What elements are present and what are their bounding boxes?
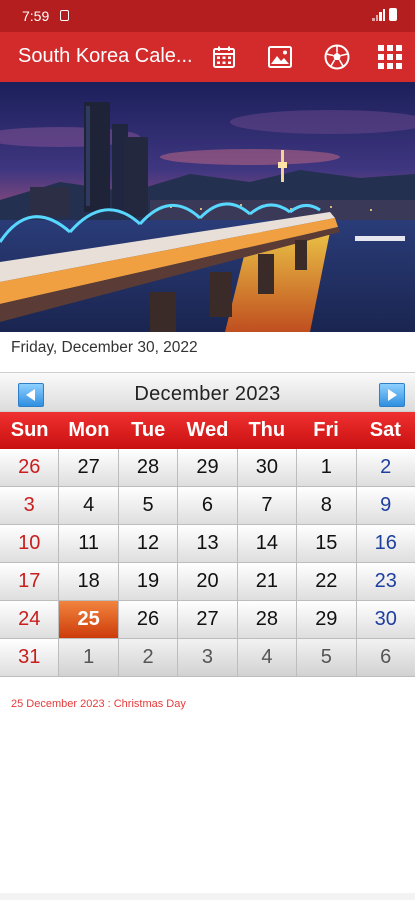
- week-row: 17 18 19 20 21 22 23: [0, 563, 415, 601]
- day-cell-next-month[interactable]: 3: [178, 639, 238, 677]
- day-cell[interactable]: 7: [237, 487, 298, 525]
- day-cell[interactable]: 9: [356, 487, 415, 525]
- day-cell[interactable]: 26: [0, 449, 60, 487]
- day-cell[interactable]: 8: [297, 487, 357, 525]
- signal-icon: [372, 8, 386, 21]
- day-cell[interactable]: 31: [0, 639, 60, 677]
- weekday-thu: Thu: [248, 419, 286, 441]
- day-cell[interactable]: 2: [356, 449, 415, 487]
- day-cell[interactable]: 17: [0, 563, 60, 601]
- day-cell[interactable]: 30: [356, 601, 415, 639]
- day-cell[interactable]: 27: [178, 601, 238, 639]
- next-month-button[interactable]: [379, 383, 405, 407]
- grid-menu-icon[interactable]: [376, 43, 404, 71]
- header-photo: [0, 82, 415, 332]
- calendar-icon[interactable]: [210, 43, 238, 71]
- day-cell[interactable]: 4: [59, 487, 119, 525]
- day-cell[interactable]: 28: [118, 449, 179, 487]
- week-row: 10 11 12 13 14 15 16: [0, 525, 415, 563]
- day-cell[interactable]: 1: [297, 449, 357, 487]
- day-cell[interactable]: 23: [356, 563, 415, 601]
- day-cell[interactable]: 12: [118, 525, 179, 563]
- weekday-tue: Tue: [131, 419, 166, 441]
- day-cell[interactable]: 28: [237, 601, 298, 639]
- day-cell[interactable]: 22: [297, 563, 357, 601]
- status-time: 7:59: [22, 8, 50, 24]
- week-row: 26 27 28 29 30 1 2: [0, 449, 415, 487]
- day-cell[interactable]: 16: [356, 525, 415, 563]
- month-calendar: December 2023 Sun Mon Tue Wed Thu Fri Sa…: [0, 372, 415, 677]
- day-cell-next-month[interactable]: 5: [297, 639, 357, 677]
- weekday-sat: Sat: [369, 419, 401, 441]
- holiday-note: 25 December 2023 : Christmas Day: [11, 698, 186, 710]
- day-cell[interactable]: 19: [118, 563, 179, 601]
- selected-day-cell[interactable]: 25: [59, 601, 119, 639]
- day-cell[interactable]: 29: [178, 449, 238, 487]
- battery-icon: [389, 8, 397, 21]
- day-cell[interactable]: 13: [178, 525, 238, 563]
- day-cell[interactable]: 30: [237, 449, 298, 487]
- day-cell[interactable]: 10: [0, 525, 60, 563]
- day-cell[interactable]: 21: [237, 563, 298, 601]
- weekday-header: Sun Mon Tue Wed Thu Fri Sat: [0, 412, 415, 449]
- app-title: South Korea Cale...: [18, 45, 193, 67]
- soccer-ball-icon[interactable]: [323, 43, 351, 71]
- next-arrow-icon: [388, 389, 397, 401]
- day-cell[interactable]: 11: [59, 525, 119, 563]
- notification-icon: [60, 10, 69, 21]
- weekday-mon: Mon: [68, 419, 110, 441]
- calendar-header: December 2023: [0, 372, 415, 412]
- week-row: 31 1 2 3 4 5 6: [0, 639, 415, 677]
- day-cell[interactable]: 6: [178, 487, 238, 525]
- week-row: 3 4 5 6 7 8 9: [0, 487, 415, 525]
- week-row: 24 25 26 27 28 29 30: [0, 601, 415, 639]
- day-cell[interactable]: 3: [0, 487, 60, 525]
- status-indicators: [372, 8, 397, 21]
- day-cell[interactable]: 20: [178, 563, 238, 601]
- weekday-wed: Wed: [186, 419, 229, 441]
- current-date: Friday, December 30, 2022: [11, 339, 198, 356]
- day-cell-next-month[interactable]: 1: [59, 639, 119, 677]
- day-cell[interactable]: 14: [237, 525, 298, 563]
- day-cell[interactable]: 29: [297, 601, 357, 639]
- day-cell[interactable]: 18: [59, 563, 119, 601]
- day-cell-next-month[interactable]: 4: [237, 639, 298, 677]
- day-cell[interactable]: 5: [118, 487, 179, 525]
- weekday-sun: Sun: [10, 419, 49, 441]
- bottom-divider: [0, 893, 415, 900]
- day-cell[interactable]: 27: [59, 449, 119, 487]
- image-icon[interactable]: [266, 43, 294, 71]
- day-cell[interactable]: 26: [118, 601, 179, 639]
- day-cell[interactable]: 15: [297, 525, 357, 563]
- day-cell[interactable]: 24: [0, 601, 60, 639]
- day-cell-next-month[interactable]: 6: [356, 639, 415, 677]
- app-bar: South Korea Cale...: [0, 32, 415, 82]
- status-bar: 7:59: [0, 0, 415, 32]
- weekday-fri: Fri: [313, 419, 339, 441]
- month-title: December 2023: [134, 383, 281, 405]
- day-cell-next-month[interactable]: 2: [118, 639, 179, 677]
